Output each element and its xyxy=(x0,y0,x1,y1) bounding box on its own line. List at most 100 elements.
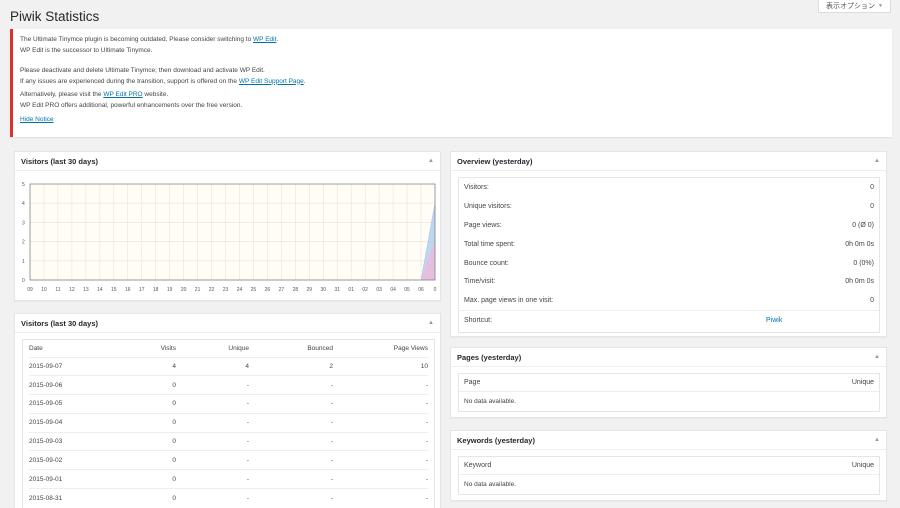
table-header-row: Keyword Unique xyxy=(459,457,879,475)
pages-table: Page Unique No data available. xyxy=(458,373,880,412)
visitors-chart-box: Visitors (last 30 days) ▲ 0 1 2 3 4 5 09 10 11 12… xyxy=(14,151,441,301)
cell-bounced: - xyxy=(330,494,333,502)
collapse-toggle-icon[interactable]: ▲ xyxy=(874,354,880,360)
collapse-toggle-icon[interactable]: ▲ xyxy=(874,437,880,443)
table-row: 2015-09-02 0 - - - xyxy=(29,450,428,470)
cell-bounced: - xyxy=(330,419,333,427)
wp-edit-link[interactable]: WP Edit xyxy=(253,36,276,43)
hide-notice-link[interactable]: Hide Notice xyxy=(20,116,54,123)
notice-text: website. xyxy=(142,91,169,98)
cell-visits: 0 xyxy=(172,381,176,389)
col-unique: Unique xyxy=(228,344,249,352)
plot-area xyxy=(30,184,435,280)
notice-line-6: WP Edit PRO offers additional, powerful … xyxy=(20,101,243,109)
cell-unique: - xyxy=(246,475,249,483)
wp-edit-pro-link[interactable]: WP Edit PRO xyxy=(103,91,142,98)
col-visits: Visits xyxy=(160,344,176,352)
x-tick-label: 10 xyxy=(41,287,47,293)
screen-options-button[interactable]: 表示オプション ▼ xyxy=(818,0,891,13)
keywords-table: Keyword Unique No data available. xyxy=(458,456,880,495)
overview-value: 0 xyxy=(870,202,874,210)
overview-row: Max. page views in one visit: 0 xyxy=(459,291,879,310)
cell-page-views: - xyxy=(425,438,428,446)
box-header[interactable]: Pages (yesterday) ▲ xyxy=(451,348,886,367)
y-tick-label: 3 xyxy=(22,220,25,226)
x-tick-label: 23 xyxy=(223,287,229,293)
cell-bounced: 2 xyxy=(329,362,333,370)
cell-date: 2015-09-06 xyxy=(29,381,63,389)
cell-visits: 0 xyxy=(172,419,176,427)
collapse-toggle-icon[interactable]: ▲ xyxy=(874,158,880,164)
overview-value: 0 xyxy=(870,183,874,191)
x-tick-label: 06 xyxy=(418,287,424,293)
cell-visits: 0 xyxy=(172,494,176,502)
x-tick-label: 19 xyxy=(167,287,173,293)
plugin-notice: The Ultimate Tinymce plugin is becoming … xyxy=(10,29,892,137)
cell-bounced: - xyxy=(330,456,333,464)
collapse-toggle-icon[interactable]: ▲ xyxy=(428,320,434,326)
collapse-toggle-icon[interactable]: ▲ xyxy=(428,158,434,164)
col-date: Date xyxy=(29,344,43,352)
overview-label: Time/visit: xyxy=(464,278,496,286)
box-header[interactable]: Keywords (yesterday) ▲ xyxy=(451,431,886,450)
cell-unique: - xyxy=(246,438,249,446)
cell-unique: - xyxy=(246,381,249,389)
overview-label: Unique visitors: xyxy=(464,202,512,210)
overview-value: 0 (Ø 0) xyxy=(852,221,874,229)
x-tick-label: 15 xyxy=(111,287,117,293)
notice-text: . xyxy=(303,77,306,85)
x-tick-label: 12 xyxy=(69,287,75,293)
notice-line-2: WP Edit is the successor to Ultimate Tin… xyxy=(20,46,153,54)
cell-bounced: - xyxy=(330,438,333,446)
x-tick-label: 25 xyxy=(251,287,257,293)
box-header[interactable]: Visitors (last 30 days) ▲ xyxy=(15,314,440,333)
x-tick-label: 22 xyxy=(209,287,215,293)
table-row: 2015-08-31 0 - - - xyxy=(29,488,428,508)
cell-page-views: - xyxy=(425,475,428,483)
screen-options-label: 表示オプション xyxy=(826,3,876,10)
visitors-table-wrap: Date Visits Unique Bounced Page Views 20… xyxy=(22,339,435,508)
x-tick-label: 17 xyxy=(139,287,145,293)
box-title: Overview (yesterday) xyxy=(457,156,533,166)
x-tick-label: 29 xyxy=(307,287,313,293)
cell-page-views: - xyxy=(425,494,428,502)
overview-label: Visitors: xyxy=(464,183,489,191)
table-row: 2015-09-04 0 - - - xyxy=(29,413,428,432)
cell-unique: - xyxy=(246,400,249,408)
x-tick-label: 26 xyxy=(265,287,271,293)
cell-date: 2015-09-03 xyxy=(29,438,63,446)
piwik-shortcut-link[interactable]: Piwik xyxy=(766,317,782,324)
col-unique: Unique xyxy=(851,379,874,386)
empty-message: No data available. xyxy=(464,397,517,405)
col-page: Page xyxy=(464,379,481,386)
overview-label: Total time spent: xyxy=(464,240,515,248)
table-header-row: Date Visits Unique Bounced Page Views xyxy=(29,340,428,357)
box-title: Keywords (yesterday) xyxy=(457,435,535,445)
visitors-table: Date Visits Unique Bounced Page Views 20… xyxy=(29,340,428,507)
cell-page-views: - xyxy=(425,400,428,408)
box-header[interactable]: Visitors (last 30 days) ▲ xyxy=(15,152,440,171)
table-row: 2015-09-01 0 - - - xyxy=(29,469,428,489)
col-page-views: Page Views xyxy=(393,344,428,352)
x-tick-label: 03 xyxy=(376,287,382,293)
visitors-chart: 01234509 10 11 12 13 14 15 16 17 18 19 20 21 22 23 24 25… xyxy=(22,182,437,293)
cell-date: 2015-08-31 xyxy=(29,494,63,502)
x-tick-label: 01 xyxy=(348,287,354,293)
x-tick-label: 30 xyxy=(320,287,326,293)
x-tick-label: 04 xyxy=(390,287,396,293)
overview-value: 0 (0%) xyxy=(853,259,874,267)
x-tick-label: 13 xyxy=(83,287,89,293)
overview-value: 0h 0m 0s xyxy=(845,240,874,248)
notice-text: . xyxy=(276,36,279,43)
x-tick-label: 14 xyxy=(97,287,103,293)
wp-edit-support-link[interactable]: WP Edit Support Page xyxy=(239,78,304,85)
overview-value: 0 xyxy=(870,297,874,305)
cell-date: 2015-09-04 xyxy=(29,419,63,427)
cell-unique: 4 xyxy=(245,362,249,370)
y-tick-label: 5 xyxy=(22,182,25,188)
shortcut-row: Shortcut: Piwik xyxy=(459,310,879,329)
box-header[interactable]: Overview (yesterday) ▲ xyxy=(451,152,886,171)
visitors-table-box: Visitors (last 30 days) ▲ Date Visits Un… xyxy=(14,313,441,508)
x-tick-label: 09 xyxy=(27,287,33,293)
notice-text: If any issues are experienced during the… xyxy=(20,77,239,85)
